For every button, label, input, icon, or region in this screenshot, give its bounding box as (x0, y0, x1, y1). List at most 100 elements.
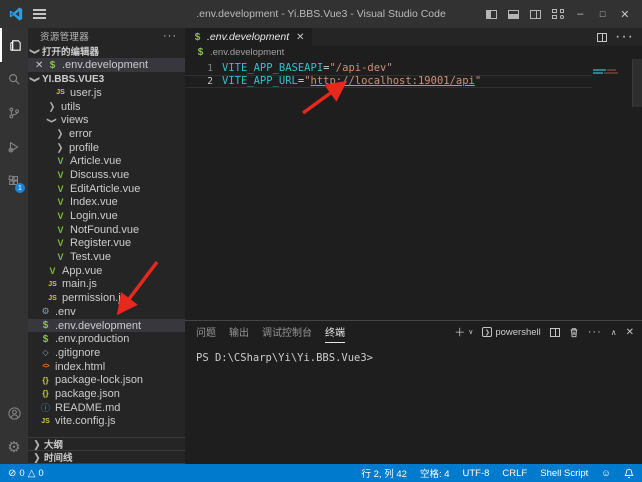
kill-terminal-trash-icon[interactable] (569, 327, 579, 338)
tree-item-register-vue[interactable]: VRegister.vue (28, 237, 185, 251)
maximize-button[interactable]: □ (593, 4, 611, 24)
tree-item--env-production[interactable]: $.env.production (28, 332, 185, 346)
tree-item-views[interactable]: ❯views (28, 113, 185, 127)
shell-label: powershell (495, 327, 540, 338)
tree-item-profile[interactable]: ❯profile (28, 141, 185, 155)
breadcrumb[interactable]: $ .env.development (185, 46, 642, 59)
search-icon[interactable] (0, 62, 28, 96)
close-icon[interactable]: ✕ (35, 60, 43, 71)
tree-item-label: views (61, 114, 89, 126)
terminal-prompt: PS D:\CSharp\Yi\Yi.BBS.Vue3> (196, 352, 373, 364)
tree-item-package-json[interactable]: {}package.json (28, 387, 185, 401)
editor-scrollbar[interactable] (632, 59, 642, 320)
workspace-section[interactable]: ❯ YI.BBS.VUE3 (28, 72, 185, 86)
status-item[interactable]: UTF-8 (463, 468, 490, 479)
bell-icon[interactable] (624, 468, 634, 479)
tree-item-label: user.js (70, 87, 102, 99)
code-line-2[interactable]: 2VITE_APP_URL="http://localhost:19001/ap… (185, 75, 592, 88)
shell-file-icon: $ (40, 320, 51, 331)
source-control-icon[interactable] (0, 96, 28, 130)
chevron-right-icon: ❯ (55, 129, 65, 140)
tree-item-readme-md[interactable]: ⓘREADME.md (28, 401, 185, 415)
run-debug-icon[interactable] (0, 130, 28, 164)
status-item[interactable]: 空格: 4 (420, 466, 450, 480)
maximize-panel-icon[interactable]: ∧ (611, 328, 617, 337)
editor-body[interactable]: 1VITE_APP_BASEAPI="/api-dev"2VITE_APP_UR… (185, 59, 642, 320)
split-terminal-icon[interactable] (550, 328, 560, 337)
panel-more-actions-icon[interactable]: ··· (588, 326, 602, 338)
status-item[interactable]: CRLF (502, 468, 527, 479)
terminal-shell-select[interactable]: ❯ powershell (482, 327, 540, 338)
tree-item-index-vue[interactable]: VIndex.vue (28, 196, 185, 210)
tree-item--env-development[interactable]: $.env.development (28, 319, 185, 333)
minimap[interactable] (593, 59, 632, 320)
js-file-icon: JS (55, 89, 66, 96)
tree-item-app-vue[interactable]: VApp.vue (28, 264, 185, 278)
status-item[interactable]: Shell Script (540, 468, 588, 479)
editor-more-actions-icon[interactable]: ··· (615, 28, 634, 46)
panel-tab-输出[interactable]: 输出 (229, 321, 249, 343)
panel-tab-调试控制台[interactable]: 调试控制台 (262, 321, 312, 343)
code-token[interactable]: http://localhost:19001/api (311, 75, 475, 87)
panel: 问题输出调试控制台终端 ＋ ∨ ❯ powershell ··· ∧ ✕ (185, 320, 642, 464)
tree-item-discuss-vue[interactable]: VDiscuss.vue (28, 168, 185, 182)
explorer-sidebar: 资源管理器 ··· ❯ 打开的编辑器 ✕ $ .env.development … (28, 28, 185, 464)
tree-item-error[interactable]: ❯error (28, 127, 185, 141)
chevron-down-icon: ❯ (30, 46, 41, 56)
tree-item-article-vue[interactable]: VArticle.vue (28, 154, 185, 168)
panel-tab-终端[interactable]: 终端 (325, 321, 345, 343)
workspace-label: YI.BBS.VUE3 (42, 74, 104, 85)
tree-item--env[interactable]: ⚙.env (28, 305, 185, 319)
problems-status[interactable]: ⊘ 0 △ 0 (8, 468, 44, 479)
panel-tab-问题[interactable]: 问题 (196, 321, 216, 343)
open-editor-item[interactable]: ✕ $ .env.development (28, 58, 185, 72)
tree-item-login-vue[interactable]: VLogin.vue (28, 209, 185, 223)
settings-gear-icon[interactable]: ⚙ (0, 430, 28, 464)
tree-item-vite-config-js[interactable]: JSvite.config.js (28, 415, 185, 429)
tree-item-notfound-vue[interactable]: VNotFound.vue (28, 223, 185, 237)
new-terminal-icon[interactable]: ＋ ∨ (454, 324, 473, 340)
tab-close-icon[interactable]: ✕ (296, 32, 304, 43)
chevron-down-icon[interactable]: ∨ (468, 328, 473, 336)
extensions-icon[interactable]: 1 (0, 164, 28, 198)
tree-item-label: package-lock.json (55, 374, 143, 386)
open-editors-section[interactable]: ❯ 打开的编辑器 (28, 44, 185, 58)
js-file-icon: JS (40, 418, 51, 425)
vue-file-icon: V (55, 252, 66, 262)
tree-item--gitignore[interactable]: ◇.gitignore (28, 346, 185, 360)
status-item[interactable]: 行 2, 列 42 (362, 466, 407, 480)
tree-item-utils[interactable]: ❯utils (28, 100, 185, 114)
explorer-more-actions-icon[interactable]: ··· (163, 30, 177, 42)
toggle-panel-icon[interactable] (504, 4, 522, 24)
close-button[interactable]: ✕ (616, 4, 634, 24)
code-line-1[interactable]: 1VITE_APP_BASEAPI="/api-dev" (185, 62, 592, 75)
terminal[interactable]: PS D:\CSharp\Yi\Yi.BBS.Vue3> (185, 343, 642, 464)
menu-hamburger-icon[interactable] (33, 7, 46, 22)
tree-item-label: EditArticle.vue (70, 183, 140, 195)
close-panel-icon[interactable]: ✕ (626, 327, 634, 338)
tree-item-package-lock-json[interactable]: {}package-lock.json (28, 373, 185, 387)
tree-item-permission-js[interactable]: JSpermission.js (28, 291, 185, 305)
sidebar-title: 资源管理器 (40, 29, 89, 43)
line-number: 2 (185, 75, 213, 88)
chevron-right-icon: ❯ (47, 101, 57, 112)
tree-item-main-js[interactable]: JSmain.js (28, 278, 185, 292)
minimize-button[interactable]: – (571, 4, 589, 24)
explorer-icon[interactable] (0, 28, 28, 62)
section-label: 时间线 (44, 450, 73, 464)
account-icon[interactable] (0, 396, 28, 430)
tree-item-test-vue[interactable]: VTest.vue (28, 250, 185, 264)
toggle-sidebar-icon[interactable] (482, 4, 500, 24)
feedback-smiley-icon[interactable]: ☺ (601, 468, 611, 479)
tab-env-development[interactable]: $ .env.development ✕ (185, 28, 312, 46)
vue-file-icon: V (55, 238, 66, 248)
title-bar: .env.development - Yi.BBS.Vue3 - Visual … (0, 0, 642, 28)
toggle-secondary-sidebar-icon[interactable] (527, 4, 545, 24)
section-时间线[interactable]: ❯时间线 (28, 451, 185, 464)
split-editor-icon[interactable] (597, 33, 607, 42)
customize-layout-icon[interactable] (549, 4, 567, 24)
tree-item-index-html[interactable]: <>index.html (28, 360, 185, 374)
tree-item-editarticle-vue[interactable]: VEditArticle.vue (28, 182, 185, 196)
tree-item-label: profile (69, 142, 99, 154)
tree-item-user-js[interactable]: JS user.js (28, 86, 185, 100)
